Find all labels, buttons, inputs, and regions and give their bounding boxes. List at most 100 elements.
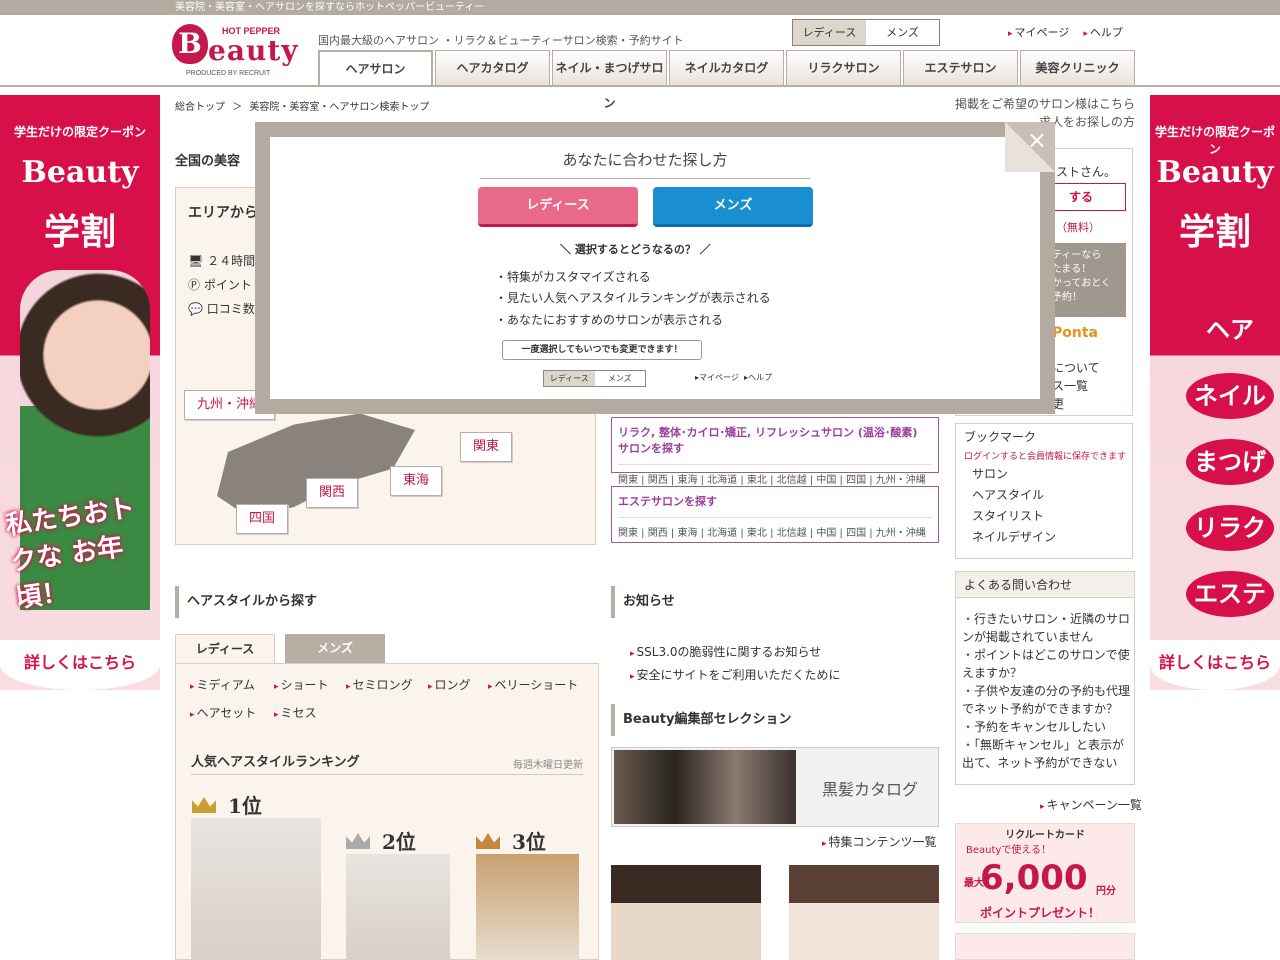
region-kansai[interactable]: 関西: [306, 478, 359, 508]
modal-close-icon[interactable]: ×: [1005, 122, 1055, 172]
site-description: 美容院・美容室・ヘアサロンを探すならホットペッパービューティー: [0, 0, 1280, 15]
relax-search-title[interactable]: リラク, 整体･カイロ･矯正, リフレッシュサロン (温浴･酸素) サロンを探す: [618, 424, 932, 465]
bookmark-nail-design[interactable]: ネイルデザイン: [972, 527, 1132, 548]
crown-icon: [192, 797, 216, 813]
banner-beauty-text: Beauty: [1156, 155, 1274, 190]
nav-divider: [0, 85, 1280, 87]
rank-2-photo[interactable]: [346, 854, 450, 960]
faq-item[interactable]: ポイントはどこのサロンで使えますか？: [962, 646, 1132, 682]
relax-search-box: リラク, 整体･カイロ･矯正, リフレッシュサロン (温浴･酸素) サロンを探す…: [611, 417, 939, 486]
mypage-link[interactable]: マイページ: [1008, 24, 1070, 40]
cat-short[interactable]: ショート: [274, 676, 329, 693]
feature-point: Ⓟ ポイント: [188, 278, 252, 292]
region-tokai[interactable]: 東海: [390, 466, 443, 496]
bookmark-salon[interactable]: サロン: [972, 464, 1132, 485]
kurokami-catalog-banner[interactable]: 黒髪カタログ: [611, 747, 939, 827]
banner-beauty-text: Beauty: [21, 155, 139, 190]
rank-3-label: 3位: [476, 826, 546, 855]
bookmark-note: ログインすると会員情報に保存できます: [964, 452, 1127, 462]
hairstyle-tab-mens[interactable]: メンズ: [285, 634, 385, 663]
modal-mini-toggle: レディース メンズ: [543, 370, 646, 387]
faq-title: よくある問い合わせ: [956, 572, 1134, 598]
student-banner-right[interactable]: 学生だけの限定クーポン Beauty 学割 ヘア ネイル まつげ リラク エステ…: [1150, 95, 1280, 690]
rank-2-label: 2位: [346, 826, 416, 855]
banner-circle-hair: ヘア: [1186, 307, 1274, 353]
modal-mini-links: ▸マイページ ▸ヘルプ: [695, 373, 772, 382]
tab-relax-salon[interactable]: リラクサロン: [786, 50, 901, 85]
help-link[interactable]: ヘルプ: [1083, 24, 1123, 40]
cat-very-short[interactable]: ベリーショート: [488, 676, 579, 693]
banner-more-link[interactable]: 詳しくはこちら: [0, 640, 160, 690]
feature-contents-link[interactable]: 特集コンテンツ一覧: [822, 833, 937, 850]
tab-hair-salon[interactable]: ヘアサロン: [318, 50, 433, 87]
rank-3-photo[interactable]: [476, 854, 579, 960]
bookmark-hairstyle[interactable]: ヘアスタイル: [972, 485, 1132, 506]
campaign-list-link[interactable]: キャンペーン一覧: [1040, 796, 1142, 813]
gender-ladies[interactable]: レディース: [793, 20, 866, 45]
cat-long[interactable]: ロング: [428, 676, 471, 693]
feature-photo-1[interactable]: [611, 865, 761, 960]
free-note: （無料）: [1056, 221, 1100, 234]
kurokami-text: 黒髪カタログ: [822, 780, 919, 799]
tab-esthe-salon[interactable]: エステサロン: [903, 50, 1018, 85]
modal-benefit-3: ・あなたにおすすめのサロンが表示される: [495, 313, 724, 327]
gender-select-modal: あなたに合わせた探し方 レディース メンズ ＼ 選択するとどうなるの？ ／ ・特…: [270, 137, 1040, 399]
gender-mens[interactable]: メンズ: [866, 20, 939, 45]
tab-beauty-clinic[interactable]: 美容クリニック: [1020, 50, 1135, 85]
ranking-update: 毎週木曜日更新: [513, 760, 583, 771]
breadcrumb-top[interactable]: 総合トップ: [175, 102, 225, 113]
cat-mrs[interactable]: ミセス: [274, 704, 317, 721]
area-search-title: エリアから: [188, 205, 258, 221]
rank-1-photo[interactable]: [191, 818, 321, 960]
editor-section-title: Beauty編集部セレクション: [611, 704, 791, 736]
cat-hairset[interactable]: ヘアセット: [190, 704, 257, 721]
page-title: 全国の美容: [175, 154, 241, 169]
ponta-logo: Ponta: [1052, 325, 1098, 341]
region-kanto[interactable]: 関東: [460, 432, 513, 462]
news-section-title: お知らせ: [611, 586, 675, 618]
feature-24h: 🖥 ２４時間: [188, 254, 256, 268]
guest-greeting: ストさん。: [1056, 165, 1117, 179]
listing-inquiry-link[interactable]: 掲載をご希望のサロン様はこちら: [955, 95, 1135, 113]
bookmark-stylist[interactable]: スタイリスト: [972, 506, 1132, 527]
cat-semilong[interactable]: セミロング: [346, 676, 413, 693]
modal-change-note: 一度選択してもいつでも変更できます！: [502, 340, 702, 360]
banner-circle-nail: ネイル: [1186, 373, 1274, 419]
modal-mens-button[interactable]: メンズ: [653, 187, 813, 227]
tagline: 国内最大級のヘアサロン ・リラク＆ビューティーサロン検索・予約サイト: [318, 34, 684, 47]
esthe-search-title[interactable]: エステサロンを探す: [618, 493, 932, 518]
news-item[interactable]: 安全にサイトをご利用いただくために: [630, 666, 841, 683]
bookmark-box: ブックマーク ログインすると会員情報に保存できます サロン ヘアスタイル スタイ…: [955, 423, 1133, 559]
tab-hair-catalog[interactable]: ヘアカタログ: [435, 50, 550, 85]
banner-gakuwari-text: 学割: [1178, 212, 1251, 253]
cat-medium[interactable]: ミディアム: [190, 676, 255, 693]
rank-1-label: 1位: [192, 790, 262, 819]
modal-ladies-button[interactable]: レディース: [478, 187, 638, 227]
recruit-card-ad[interactable]: リクルートカード Beautyで使える！ 最大 6,000 円分 ポイントプレゼ…: [955, 823, 1135, 923]
bookmark-title[interactable]: ブックマーク: [956, 424, 1132, 449]
hotpepper-beauty-logo[interactable]: B HOT PEPPER eauty PRODUCED BY RECRUIT: [172, 24, 298, 82]
region-shikoku[interactable]: 四国: [236, 504, 289, 534]
card-unit: 円分: [1096, 886, 1116, 897]
hairstyle-tab-ladies[interactable]: レディース: [175, 634, 275, 663]
faq-item[interactable]: 子供や友達の分の予約も代理でネット予約ができますか？: [962, 682, 1132, 718]
beauty-ad-2[interactable]: [955, 933, 1135, 960]
card-title: リクルートカード: [1005, 830, 1085, 841]
member-links[interactable]: について ス一覧更: [1052, 359, 1100, 413]
banner-more-link[interactable]: 詳しくはこちら: [1150, 640, 1280, 690]
esthe-region-links[interactable]: 関東 | 関西 | 東海 | 北海道 | 東北 | 北信越 | 中国 | 四国 …: [618, 524, 932, 539]
student-banner-left[interactable]: 学生だけの限定クーポン Beauty 学割 私たちおトクな お年頃！ 詳しくはこ…: [0, 95, 160, 690]
modal-benefit-2: ・見たい人気ヘアスタイルランキングが表示される: [495, 291, 771, 305]
faq-item[interactable]: 「無断キャンセル」と表示が出て、ネット予約ができない: [962, 736, 1132, 772]
esthe-search-box: エステサロンを探す 関東 | 関西 | 東海 | 北海道 | 東北 | 北信越 …: [611, 486, 939, 543]
faq-item[interactable]: 予約をキャンセルしたい: [962, 718, 1132, 736]
crown-icon: [476, 833, 500, 849]
tab-nail-catalog[interactable]: ネイルカタログ: [669, 50, 784, 85]
news-item[interactable]: SSL3.0の脆弱性に関するお知らせ: [630, 643, 822, 660]
feature-photo-2[interactable]: [789, 865, 939, 960]
relax-region-links[interactable]: 関東 | 関西 | 東海 | 北海道 | 東北 | 北信越 | 中国 | 四国 …: [618, 471, 932, 486]
faq-item[interactable]: 行きたいサロン・近隣のサロンが掲載されていません: [962, 610, 1132, 646]
tab-nail-eyelash[interactable]: ネイル・まつげサロン: [552, 50, 667, 110]
gender-toggle[interactable]: レディース メンズ: [792, 19, 940, 46]
banner-slogan: 私たちおトクな お年頃！: [3, 493, 137, 615]
